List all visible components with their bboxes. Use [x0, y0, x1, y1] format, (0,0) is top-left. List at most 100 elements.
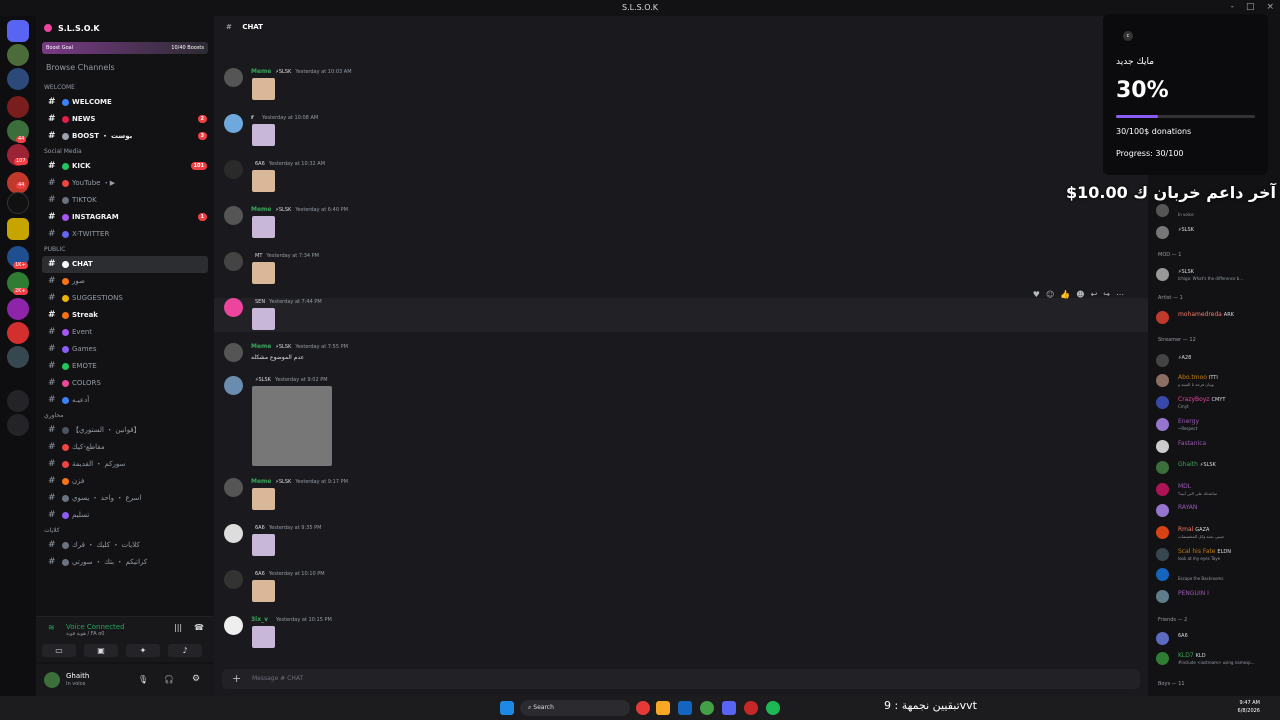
member-item[interactable]: Scal his Fate ELDN look at my eyes Taye	[1156, 546, 1280, 564]
maximize-icon[interactable]: □	[1246, 2, 1255, 12]
chat-message[interactable]: MT Yesterday at 7:34 PM	[214, 252, 1148, 292]
message-sticker[interactable]	[252, 78, 275, 100]
chat-message[interactable]: Meme ⚡SLSK Yesterday at 6:40 PM	[214, 206, 1148, 246]
channel-item[interactable]: # NEWS 2	[36, 111, 214, 128]
server-icon[interactable]	[7, 192, 29, 214]
member-item[interactable]: Fastanica	[1156, 438, 1280, 456]
member-item[interactable]: PENGUIN I	[1156, 588, 1280, 606]
avatar[interactable]	[224, 298, 243, 317]
channel-item[interactable]: # مقاطع-كيك	[36, 439, 214, 456]
channel-item[interactable]: # سوركم ・ القديمة	[36, 456, 214, 473]
channel-item[interactable]: # BOOST ・ بوست 3	[36, 128, 214, 145]
member-item[interactable]: RAYAN	[1156, 502, 1280, 520]
app-icon[interactable]	[744, 701, 758, 715]
member-item[interactable]: CrazyBoyz CMYT Cmyt	[1156, 394, 1280, 412]
smile-react-icon[interactable]: ☺	[1046, 290, 1054, 299]
avatar[interactable]	[224, 68, 243, 87]
noise-icon[interactable]: |||	[174, 623, 182, 632]
reply-icon[interactable]: ↩	[1091, 290, 1098, 299]
channel-item[interactable]: # تسليم	[36, 507, 214, 524]
forward-icon[interactable]: ↪	[1103, 290, 1110, 299]
message-input[interactable]: + Message # CHAT	[222, 669, 1140, 689]
server-icon[interactable]	[7, 346, 29, 368]
disconnect-icon[interactable]: ☎	[194, 623, 204, 632]
channel-item[interactable]: # TIKTOK	[36, 192, 214, 209]
channel-item[interactable]: # أدعيـه	[36, 392, 214, 409]
message-sticker[interactable]	[252, 216, 275, 238]
chat-message[interactable]: 3ix_v Yesterday at 10:15 PM	[214, 616, 1148, 656]
chat-message[interactable]: Meme ⚡SLSK Yesterday at 9:17 PM	[214, 478, 1148, 518]
discord-icon[interactable]	[722, 701, 736, 715]
channel-item[interactable]: # فزن	[36, 473, 214, 490]
channel-item[interactable]: # WELCOME	[36, 94, 214, 111]
category-social[interactable]: Social Media	[36, 145, 214, 158]
member-item[interactable]: Escape the Backrooms	[1156, 566, 1280, 584]
channel-item[interactable]: # كلايات ・ كليك ・ قرك	[36, 537, 214, 554]
avatar[interactable]	[224, 343, 243, 362]
channel-item[interactable]: # COLORS	[36, 375, 214, 392]
channel-item[interactable]: # صور	[36, 273, 214, 290]
channel-item[interactable]: # Games	[36, 341, 214, 358]
chat-message[interactable]: 6A6 Yesterday at 10:32 AM	[214, 160, 1148, 200]
avatar[interactable]	[44, 672, 60, 688]
server-icon[interactable]	[7, 298, 29, 320]
member-item[interactable]: MDL ساعدتك على التي أبيه؟	[1156, 481, 1280, 499]
app-icon[interactable]	[678, 701, 692, 715]
author-name[interactable]: Meme	[251, 343, 271, 350]
voice-status[interactable]: Voice Connected	[66, 623, 125, 631]
server-icon[interactable]	[7, 68, 29, 90]
avatar[interactable]	[224, 376, 243, 395]
channel-item[interactable]: # YouTube ・▶	[36, 175, 214, 192]
avatar[interactable]	[224, 524, 243, 543]
soundboard-button[interactable]: ♪	[168, 644, 202, 657]
server-icon[interactable]	[7, 44, 29, 66]
discover-icon[interactable]	[7, 414, 29, 436]
channel-item[interactable]: # SUGGESTIONS	[36, 290, 214, 307]
member-item[interactable]: ⚡A28	[1156, 352, 1280, 370]
voice-channel[interactable]: هوية قوية / FA o0	[66, 631, 104, 637]
chat-message[interactable]: 6A6 Yesterday at 9:35 PM	[214, 524, 1148, 564]
message-sticker[interactable]	[252, 124, 275, 146]
chat-message[interactable]: 6A6 Yesterday at 10:10 PM	[214, 570, 1148, 610]
author-name[interactable]: Meme	[251, 206, 271, 213]
member-item[interactable]: In voice	[1156, 202, 1280, 220]
heart-react-icon[interactable]: ♥	[1033, 290, 1040, 299]
message-sticker[interactable]	[252, 580, 275, 602]
channel-item[interactable]: # Streak	[36, 307, 214, 324]
avatar[interactable]	[224, 616, 243, 635]
channel-item[interactable]: # كراتيكم ・ بتك ・ سورتي	[36, 554, 214, 571]
message-sticker[interactable]	[252, 626, 275, 648]
member-item[interactable]: mohamedreda ARK	[1156, 309, 1280, 327]
more-icon[interactable]: ⋯	[1116, 290, 1124, 299]
server-header[interactable]: S.L.S.O.K	[36, 16, 214, 40]
channel-item[interactable]: # X-TWITTER	[36, 226, 214, 243]
screen-share-button[interactable]: ▣	[84, 644, 118, 657]
clock[interactable]: 9:47 AM 6/8/2026	[1238, 699, 1260, 715]
camera-button[interactable]: ▭	[42, 644, 76, 657]
channel-item[interactable]: # CHAT	[42, 256, 208, 273]
author-name[interactable]: Meme	[251, 478, 271, 485]
avatar[interactable]	[224, 160, 243, 179]
author-name[interactable]: Meme	[251, 68, 271, 75]
message-sticker[interactable]	[252, 308, 275, 330]
category-kalat[interactable]: كلايات	[36, 524, 214, 537]
channel-item[interactable]: # INSTAGRAM 1	[36, 209, 214, 226]
taskbar-search[interactable]: ⌕ Search	[520, 700, 630, 716]
channel-item[interactable]: # 【قوانين ・ الستوري】	[36, 422, 214, 439]
add-server-icon[interactable]	[7, 390, 29, 412]
channel-item[interactable]: # اسرع ・ واحد ・ يسوي	[36, 490, 214, 507]
chrome-icon[interactable]	[700, 701, 714, 715]
thumbs-up-react-icon[interactable]: 👍	[1060, 290, 1070, 299]
message-sticker[interactable]	[252, 170, 275, 192]
server-icon[interactable]	[7, 218, 29, 240]
member-item[interactable]: Ghaith ⚡SLSK	[1156, 459, 1280, 477]
headphones-icon[interactable]: 🎧	[164, 675, 174, 684]
channel-item[interactable]: # KICK 101	[36, 158, 214, 175]
browse-channels[interactable]: Browse Channels	[36, 54, 214, 81]
folder-icon[interactable]	[656, 701, 670, 715]
member-item[interactable]: ⚡SLSK Ichigo: What's the difference b...	[1156, 266, 1280, 284]
mic-icon[interactable]: 🎙	[138, 675, 148, 684]
message-sticker[interactable]	[252, 262, 275, 284]
message-image[interactable]	[252, 386, 332, 466]
category-public[interactable]: PUBLIC	[36, 243, 214, 256]
